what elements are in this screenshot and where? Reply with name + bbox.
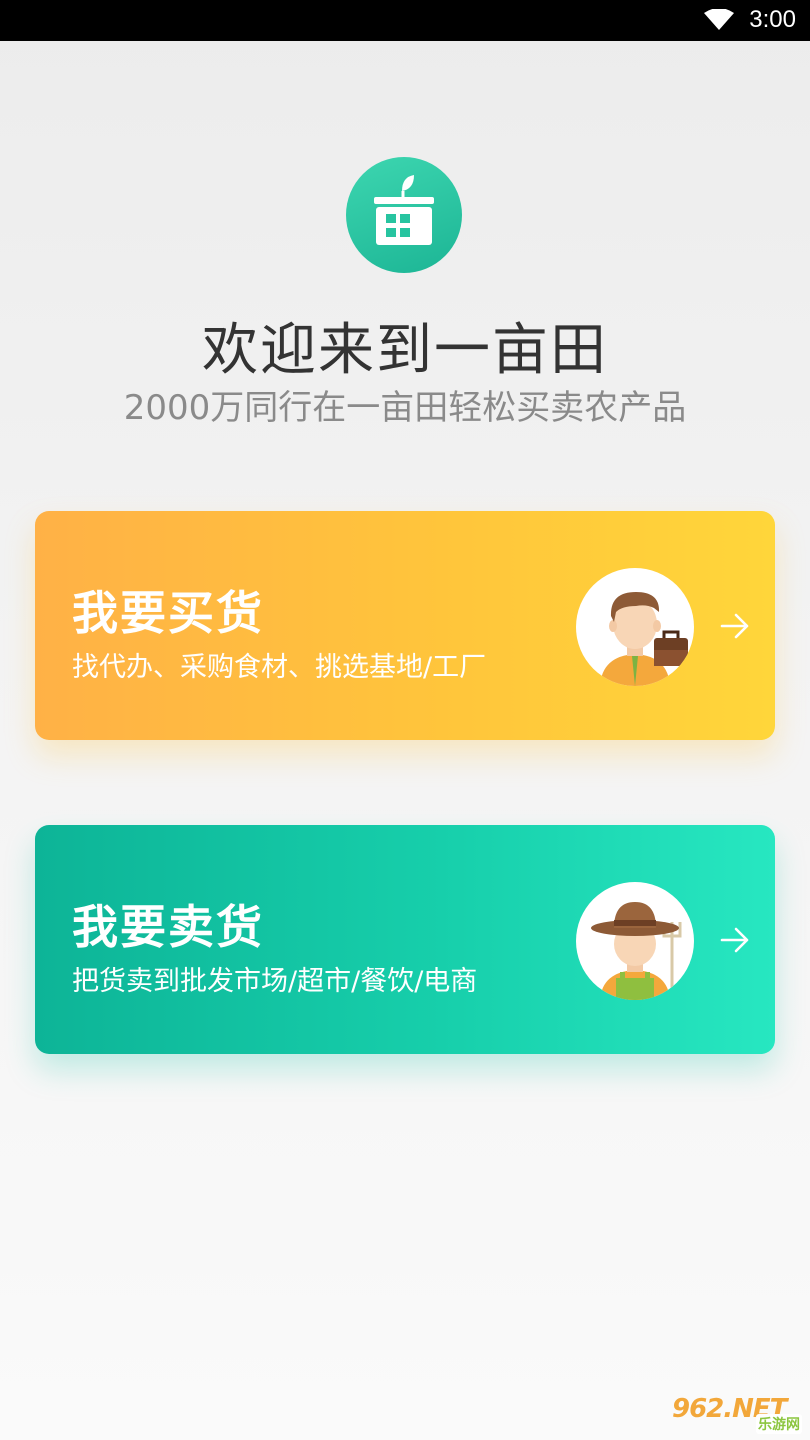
wifi-icon [704,9,734,30]
farmer-avatar-icon [576,882,694,1000]
sell-card-title: 我要卖货 [72,900,264,954]
buyer-avatar-icon [576,568,694,686]
arrow-right-icon [720,927,749,953]
sell-card-description: 把货卖到批发市场/超市/餐饮/电商 [72,966,478,997]
welcome-title: 欢迎来到一亩田 [202,318,608,383]
status-bar: 3:00 [0,0,810,41]
buy-card-title: 我要买货 [72,586,264,640]
arrow-right-icon [720,613,749,639]
buy-card-description: 找代办、采购食材、挑选基地/工厂 [72,652,487,683]
status-time: 3:00 [749,6,796,33]
watermark-logo: 962.NET 乐游网 [672,1394,804,1434]
sell-goods-card[interactable]: 我要卖货 把货卖到批发市场/超市/餐饮/电商 [35,825,775,1054]
buy-goods-card[interactable]: 我要买货 找代办、采购食材、挑选基地/工厂 [35,511,775,740]
welcome-subtitle: 2000万同行在一亩田轻松买卖农产品 [123,388,687,428]
app-logo-icon [346,157,462,273]
watermark-sub: 乐游网 [756,1414,802,1434]
